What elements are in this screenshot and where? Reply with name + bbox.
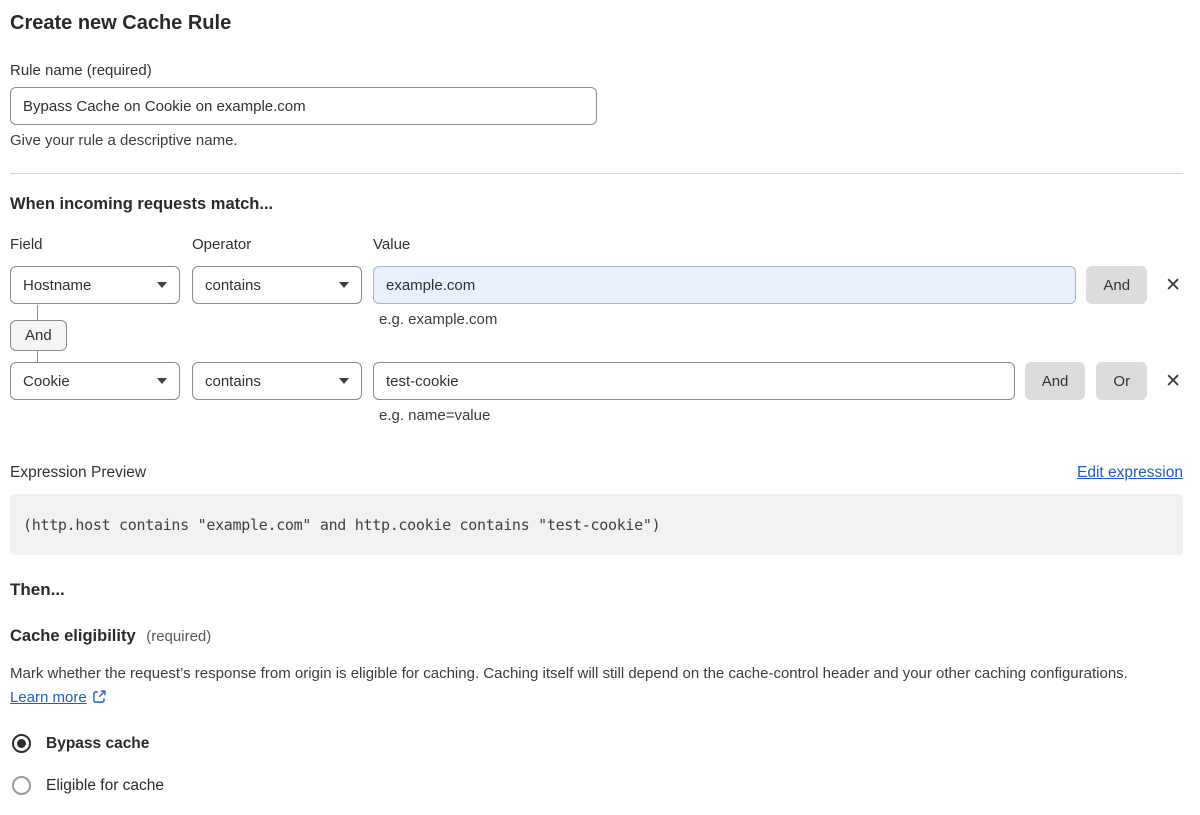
expression-code: (http.host contains "example.com" and ht… [10,494,1183,555]
rule-name-helper: Give your rule a descriptive name. [10,132,238,149]
cache-eligibility-description: Mark whether the request’s response from… [10,662,1170,712]
match-row: Hostname contains e.g. example.com And ✕ [10,266,1183,328]
required-label: (required) [146,628,212,645]
and-button[interactable]: And [1024,362,1086,400]
then-heading: Then... [10,580,65,599]
rule-name-input[interactable] [10,87,597,125]
radio-eligible-for-cache[interactable]: Eligible for cache [10,776,1183,795]
operator-select-value: contains [205,276,261,294]
radio-selected-icon [12,734,31,753]
value-helper: e.g. name=value [379,407,491,424]
condition-connector: And [10,305,1183,362]
match-column-labels: Field Operator Value [10,236,1183,253]
chevron-down-icon [339,282,349,288]
match-heading: When incoming requests match... [10,195,274,213]
page-title: Create new Cache Rule [10,12,232,34]
operator-column-label: Operator [192,236,252,253]
operator-select[interactable]: contains [192,362,362,400]
chevron-down-icon [157,378,167,384]
radio-bypass-cache[interactable]: Bypass cache [10,734,1183,753]
expression-preview-label: Expression Preview [10,464,147,481]
and-button[interactable]: And [1086,266,1148,304]
close-icon: ✕ [1165,274,1181,296]
remove-condition-button[interactable]: ✕ [1165,362,1181,400]
radio-label: Eligible for cache [46,776,165,794]
chevron-down-icon [339,378,349,384]
value-input[interactable] [373,362,1015,400]
field-column-label: Field [10,236,43,253]
learn-more-link[interactable]: Learn more [10,689,87,706]
chevron-down-icon [157,282,167,288]
or-button[interactable]: Or [1096,362,1148,400]
field-select-value: Cookie [23,372,70,390]
value-column-label: Value [373,236,411,253]
match-row: Cookie contains e.g. name=value And Or ✕ [10,362,1183,424]
value-input[interactable] [373,266,1077,304]
and-connector-badge: And [10,320,67,351]
cache-eligibility-heading: Cache eligibility (required) [10,627,1183,646]
operator-select-value: contains [205,372,261,390]
create-cache-rule-form: Create new Cache Rule Rule name (require… [0,0,1200,815]
radio-label: Bypass cache [46,734,150,752]
field-select-value: Hostname [23,276,92,294]
radio-unselected-icon [12,776,31,795]
edit-expression-link[interactable]: Edit expression [1077,464,1183,482]
rule-name-label: Rule name (required) [10,62,152,79]
operator-select[interactable]: contains [192,266,362,304]
close-icon: ✕ [1165,370,1181,392]
external-link-icon [92,688,107,712]
section-divider [10,173,1183,174]
cache-eligibility-title: Cache eligibility [10,627,136,645]
field-select[interactable]: Cookie [10,362,180,400]
description-text: Mark whether the request’s response from… [10,665,1128,682]
remove-condition-button[interactable]: ✕ [1165,266,1181,304]
field-select[interactable]: Hostname [10,266,180,304]
